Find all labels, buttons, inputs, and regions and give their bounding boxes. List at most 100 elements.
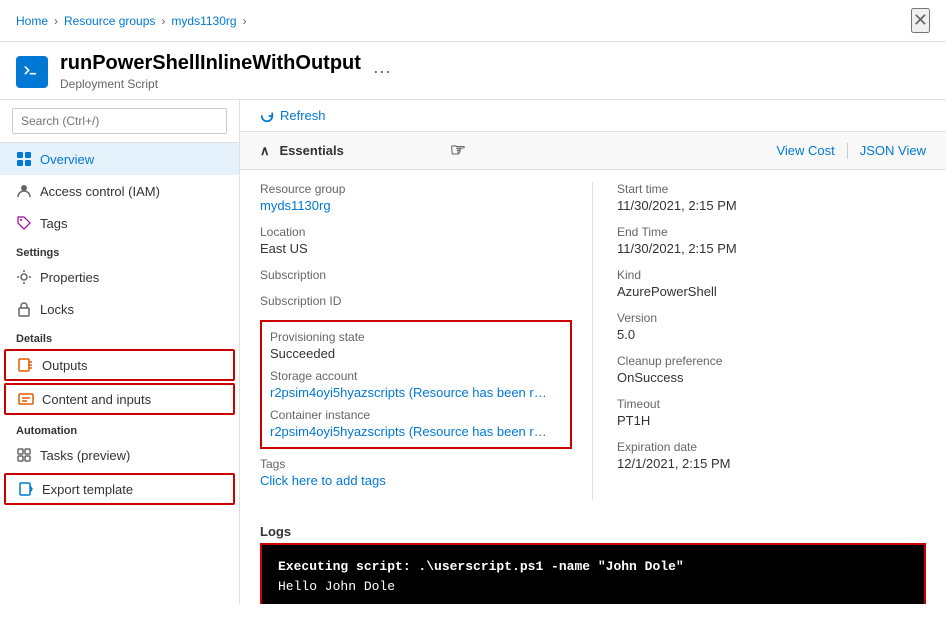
sidebar-item-properties[interactable]: Properties [0, 261, 239, 293]
logs-label: Logs [260, 524, 926, 539]
access-control-icon [16, 183, 32, 199]
logs-content-box: Executing script: .\userscript.ps1 -name… [260, 543, 926, 604]
tags-icon [16, 215, 32, 231]
sidebar: Overview Access control (IAM) Tags Setti… [0, 100, 240, 604]
field-label-expiration-date: Expiration date [617, 440, 926, 454]
field-label-cleanup-preference: Cleanup preference [617, 354, 926, 368]
page-subtitle: Deployment Script [60, 77, 361, 91]
main-layout: Overview Access control (IAM) Tags Setti… [0, 100, 946, 604]
sidebar-item-access-control[interactable]: Access control (IAM) [0, 175, 239, 207]
field-value-storage-account[interactable]: r2psim4oyi5hyazscripts (Resource has bee… [270, 385, 550, 400]
more-options-button[interactable]: ··· [373, 61, 391, 82]
title-bar: runPowerShellInlineWithOutput Deployment… [0, 42, 946, 100]
settings-section-header: Settings [0, 239, 239, 261]
field-location: Location East US [260, 225, 572, 256]
field-value-container-instance[interactable]: r2psim4oyi5hyazscripts (Resource has bee… [270, 424, 550, 439]
field-start-time: Start time 11/30/2021, 2:15 PM [617, 182, 926, 213]
field-subscription-id: Subscription ID [260, 294, 572, 308]
search-input[interactable] [12, 108, 227, 134]
field-kind: Kind AzurePowerShell [617, 268, 926, 299]
breadcrumb-resource-groups[interactable]: Resource groups [64, 14, 155, 28]
field-tags: Tags Click here to add tags [260, 457, 572, 488]
field-value-version: 5.0 [617, 327, 926, 342]
field-storage-account: Storage account r2psim4oyi5hyazscripts (… [270, 369, 562, 400]
sidebar-item-tags[interactable]: Tags [0, 207, 239, 239]
field-container-instance: Container instance r2psim4oyi5hyazscript… [270, 408, 562, 439]
field-timeout: Timeout PT1H [617, 397, 926, 428]
logs-line-2: Hello John Dole [278, 577, 908, 597]
close-button[interactable]: ✕ [911, 8, 930, 33]
sidebar-label-content-inputs: Content and inputs [42, 392, 151, 407]
automation-section-header: Automation [0, 417, 239, 439]
field-label-timeout: Timeout [617, 397, 926, 411]
field-label-tags: Tags [260, 457, 572, 471]
sidebar-item-overview[interactable]: Overview [0, 143, 239, 175]
sidebar-label-overview: Overview [40, 152, 94, 167]
sidebar-label-locks: Locks [40, 302, 74, 317]
refresh-button[interactable]: Refresh [260, 108, 326, 123]
export-template-icon [18, 481, 34, 497]
sidebar-label-tags: Tags [40, 216, 67, 231]
refresh-icon [260, 109, 274, 123]
field-value-cleanup-preference: OnSuccess [617, 370, 926, 385]
field-provisioning-state: Provisioning state Succeeded [270, 330, 562, 361]
field-value-tags[interactable]: Click here to add tags [260, 473, 572, 488]
breadcrumb-home[interactable]: Home [16, 14, 48, 28]
field-version: Version 5.0 [617, 311, 926, 342]
section-divider [847, 143, 848, 159]
field-label-version: Version [617, 311, 926, 325]
field-label-storage-account: Storage account [270, 369, 562, 383]
field-value-resource-group[interactable]: myds1130rg [260, 198, 572, 213]
field-value-expiration-date: 12/1/2021, 2:15 PM [617, 456, 926, 471]
breadcrumb: Home › Resource groups › myds1130rg › [16, 14, 247, 28]
sidebar-label-access-control: Access control (IAM) [40, 184, 160, 199]
content-area: Refresh ∧ Essentials ☞ View Cost JSON Vi… [240, 100, 946, 604]
sidebar-item-content-inputs[interactable]: Content and inputs [4, 383, 235, 415]
sidebar-item-locks[interactable]: Locks [0, 293, 239, 325]
field-cleanup-preference: Cleanup preference OnSuccess [617, 354, 926, 385]
provisioning-section: Provisioning state Succeeded Storage acc… [260, 320, 572, 449]
logs-line-1: Executing script: .\userscript.ps1 -name… [278, 557, 908, 577]
overview-icon [16, 151, 32, 167]
view-cost-link[interactable]: View Cost [776, 143, 834, 159]
sidebar-label-properties: Properties [40, 270, 99, 285]
field-expiration-date: Expiration date 12/1/2021, 2:15 PM [617, 440, 926, 471]
essentials-actions: View Cost JSON View [776, 143, 926, 159]
field-value-end-time: 11/30/2021, 2:15 PM [617, 241, 926, 256]
sidebar-item-tasks-preview[interactable]: Tasks (preview) [0, 439, 239, 471]
properties-icon [16, 269, 32, 285]
sidebar-search-area [0, 100, 239, 143]
hand-cursor-icon: ☞ [450, 140, 466, 161]
field-value-provisioning-state: Succeeded [270, 346, 562, 361]
field-end-time: End Time 11/30/2021, 2:15 PM [617, 225, 926, 256]
field-label-subscription: Subscription [260, 268, 572, 282]
field-value-location: East US [260, 241, 572, 256]
title-text-group: runPowerShellInlineWithOutput Deployment… [60, 52, 361, 91]
json-view-link[interactable]: JSON View [860, 143, 926, 159]
field-value-timeout: PT1H [617, 413, 926, 428]
sidebar-label-export-template: Export template [42, 482, 133, 497]
sidebar-item-outputs[interactable]: Outputs [4, 349, 235, 381]
field-label-provisioning-state: Provisioning state [270, 330, 562, 344]
deployment-script-icon [16, 56, 48, 88]
sidebar-label-outputs: Outputs [42, 358, 88, 373]
field-label-kind: Kind [617, 268, 926, 282]
field-label-location: Location [260, 225, 572, 239]
essentials-chevron-icon[interactable]: ∧ [260, 143, 270, 159]
top-bar: Home › Resource groups › myds1130rg › ✕ [0, 0, 946, 42]
essentials-grid: Resource group myds1130rg Location East … [240, 170, 946, 512]
field-value-start-time: 11/30/2021, 2:15 PM [617, 198, 926, 213]
breadcrumb-rg-name[interactable]: myds1130rg [171, 14, 236, 28]
outputs-icon [18, 357, 34, 373]
field-label-end-time: End Time [617, 225, 926, 239]
field-label-subscription-id: Subscription ID [260, 294, 572, 308]
essentials-left-col: Resource group myds1130rg Location East … [260, 182, 593, 500]
essentials-right-col: Start time 11/30/2021, 2:15 PM End Time … [593, 182, 926, 500]
sidebar-label-tasks: Tasks (preview) [40, 448, 130, 463]
essentials-section-header: ∧ Essentials ☞ View Cost JSON View [240, 132, 946, 170]
sidebar-item-export-template[interactable]: Export template [4, 473, 235, 505]
locks-icon [16, 301, 32, 317]
powershell-icon [22, 62, 42, 82]
field-label-resource-group: Resource group [260, 182, 572, 196]
content-inputs-icon [18, 391, 34, 407]
